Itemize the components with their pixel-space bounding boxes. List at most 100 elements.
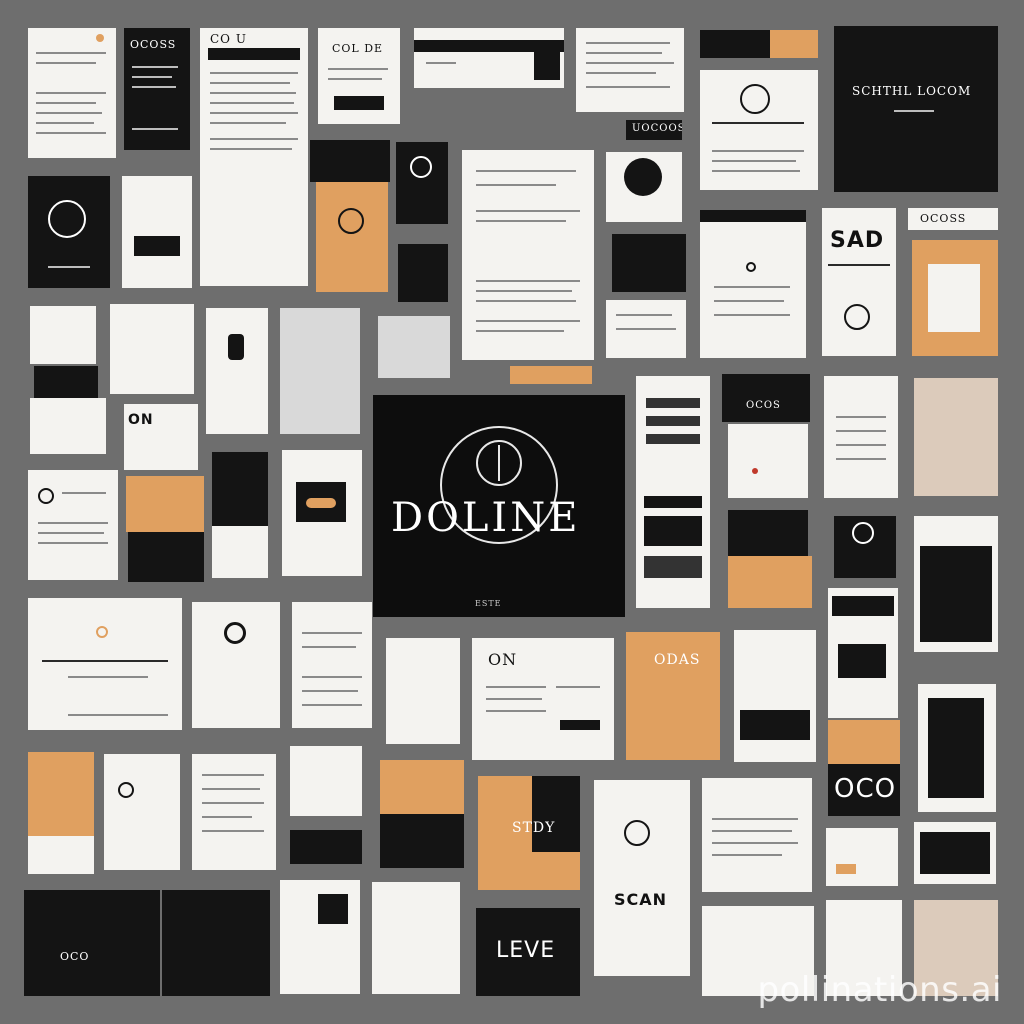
card-label: SAD: [830, 228, 885, 253]
card-label: ON: [488, 650, 518, 669]
card-label: OCO: [834, 774, 897, 804]
orange-card: [828, 720, 900, 764]
doc-card: [606, 152, 682, 222]
doc-card: SCAN: [594, 780, 690, 976]
dark-card: OCO: [828, 764, 900, 816]
doc-card: COL DE: [318, 28, 400, 124]
logo-icon: [740, 84, 770, 114]
card-label: UOCOOS: [632, 123, 682, 134]
card-label: LEVE: [496, 938, 556, 963]
doc-card: [700, 210, 806, 358]
doc-card: [702, 778, 812, 892]
doc-card: [576, 28, 684, 112]
avatar: [624, 158, 662, 196]
card-label: OCOSS: [130, 38, 177, 51]
card-label: ODAS: [654, 652, 701, 668]
doc-card: [462, 150, 594, 360]
card-label: OCOS: [746, 400, 781, 411]
dark-card: [28, 176, 110, 288]
card-label: OCOSS: [920, 212, 967, 225]
doc-card: [200, 176, 302, 286]
doc-card: [206, 308, 268, 434]
logo-icon: [410, 156, 432, 178]
doc-card: [914, 516, 998, 652]
doc-card: [30, 306, 96, 364]
dot-icon: [96, 34, 104, 42]
dark-card: [212, 452, 268, 526]
dark-card: [398, 244, 448, 302]
dark-card: [396, 142, 448, 224]
doc-card: [28, 470, 118, 580]
hero-card: DOLINE ESTE: [373, 395, 625, 617]
doc-card: [192, 754, 276, 870]
orange-card: [316, 182, 388, 292]
hero-caption: ESTE: [475, 599, 502, 608]
card-label: ON: [128, 412, 154, 428]
dark-card: [834, 516, 896, 578]
logo-icon: [624, 820, 650, 846]
doc-card: [192, 602, 280, 728]
dark-card: SCHTHL LOCOM: [834, 26, 998, 192]
doc-card: [30, 398, 106, 454]
dot-icon: [96, 626, 108, 638]
doc-card: [824, 376, 898, 498]
doc-card: [292, 602, 372, 728]
doc-card: [918, 684, 996, 812]
dark-card: [290, 830, 362, 864]
card-label: COL DE: [332, 42, 384, 55]
dark-card: [162, 890, 270, 996]
card-label: SCAN: [614, 890, 668, 909]
beige-card: [914, 378, 998, 496]
doc-card: [104, 754, 180, 870]
orange-card: [380, 760, 464, 814]
dark-card: OCOS: [722, 374, 810, 422]
orange-card: [728, 556, 812, 608]
dot-icon: [752, 468, 758, 474]
doc-card: [828, 588, 898, 718]
dark-card: [310, 140, 390, 182]
dark-card: [380, 814, 464, 868]
doc-card: [280, 308, 360, 434]
orange-card: [28, 752, 94, 836]
doc-card: [414, 28, 564, 88]
doc-card: [606, 300, 686, 358]
orange-card: ODAS: [626, 632, 720, 760]
card-label: SCHTHL LOCOM: [852, 84, 972, 98]
doc-card: [734, 630, 816, 762]
dark-card: [128, 532, 204, 582]
logo-icon: [38, 488, 54, 504]
doc-card: [378, 316, 450, 378]
logo-icon: [118, 782, 134, 798]
logo-icon: [844, 304, 870, 330]
doc-card: [282, 450, 362, 576]
card-label: OCO: [60, 950, 90, 963]
dark-card: OCO: [24, 890, 160, 996]
orange-card: STDY: [478, 776, 580, 890]
logo-icon: [338, 208, 364, 234]
doc-card: [280, 880, 360, 994]
doc-card: [122, 176, 192, 288]
dark-card: [612, 234, 686, 292]
doc-card: [386, 638, 460, 744]
logo-icon: [48, 200, 86, 238]
card-label: CO U: [210, 32, 247, 46]
logo-icon: [224, 622, 246, 644]
dark-card: UOCOOS: [626, 120, 682, 140]
card-label: STDY: [512, 820, 556, 836]
hero-title: DOLINE: [391, 495, 581, 541]
doc-card: ON: [124, 404, 198, 470]
doc-card: [28, 836, 94, 874]
doc-card: [28, 598, 182, 730]
doc-card: [728, 424, 808, 498]
doc-card: [636, 376, 710, 608]
doc-card: [700, 70, 818, 190]
doc-card: SAD: [822, 208, 896, 356]
orange-card: [912, 240, 998, 356]
dark-card: [34, 366, 98, 398]
watermark: pollinations.ai: [757, 970, 1002, 1010]
logo-icon: [852, 522, 874, 544]
dot-icon: [746, 262, 756, 272]
dark-card: OCOSS: [124, 28, 190, 150]
dark-card: [700, 30, 818, 58]
doc-card: [372, 882, 460, 994]
